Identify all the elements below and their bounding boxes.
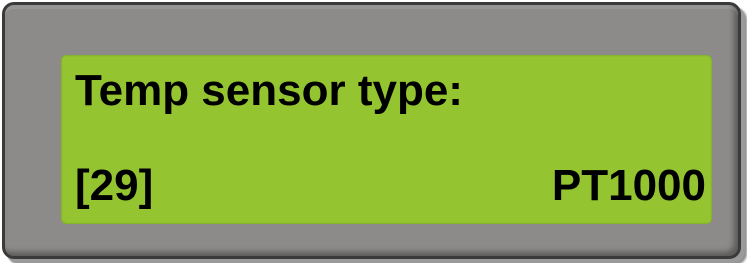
lcd-bezel: Temp sensor type: [29] PT1000 <box>2 2 741 259</box>
parameter-index: [29] <box>75 161 154 210</box>
menu-title: Temp sensor type: <box>75 66 463 115</box>
lcd-screen: Temp sensor type: [29] PT1000 <box>61 55 712 224</box>
parameter-value: PT1000 <box>551 161 706 210</box>
